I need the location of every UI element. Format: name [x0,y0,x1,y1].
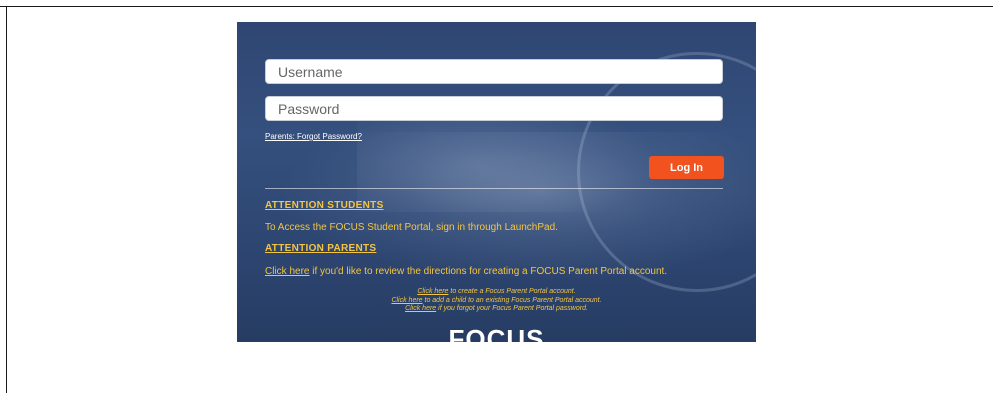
add-child-link[interactable]: Click here [391,297,422,304]
create-account-line: Click here to create a Focus Parent Port… [237,288,756,297]
login-panel: Parents: Forgot Password? Log In ATTENTI… [237,22,756,342]
parent-directions-link[interactable]: Click here [265,266,309,277]
students-instructions: To Access the FOCUS Student Portal, sign… [265,222,558,233]
create-account-text: to create a Focus Parent Portal account. [448,288,576,295]
forgot-parent-password-text: if you forgot your Focus Parent Portal p… [436,305,588,312]
password-input[interactable] [265,96,723,121]
parents-instructions: Click here if you'd like to review the d… [265,266,667,277]
add-child-line: Click here to add a child to an existing… [237,297,756,306]
username-input[interactable] [265,59,723,84]
attention-students-heading: ATTENTION STUDENTS [265,200,384,211]
focus-logo: FOCUS [448,324,545,342]
parent-account-links: Click here to create a Focus Parent Port… [237,288,756,314]
forgot-password-link[interactable]: Parents: Forgot Password? [265,132,362,141]
top-border [0,6,993,7]
create-account-link[interactable]: Click here [417,288,448,295]
attention-parents-heading: ATTENTION PARENTS [265,243,377,254]
forgot-parent-password-link[interactable]: Click here [405,305,436,312]
divider [265,188,723,189]
parents-instructions-text: if you'd like to review the directions f… [309,266,668,277]
login-button[interactable]: Log In [649,156,724,179]
add-child-text: to add a child to an existing Focus Pare… [422,296,602,304]
forgot-parent-password-line: Click here if you forgot your Focus Pare… [237,305,756,314]
left-border [6,6,7,393]
